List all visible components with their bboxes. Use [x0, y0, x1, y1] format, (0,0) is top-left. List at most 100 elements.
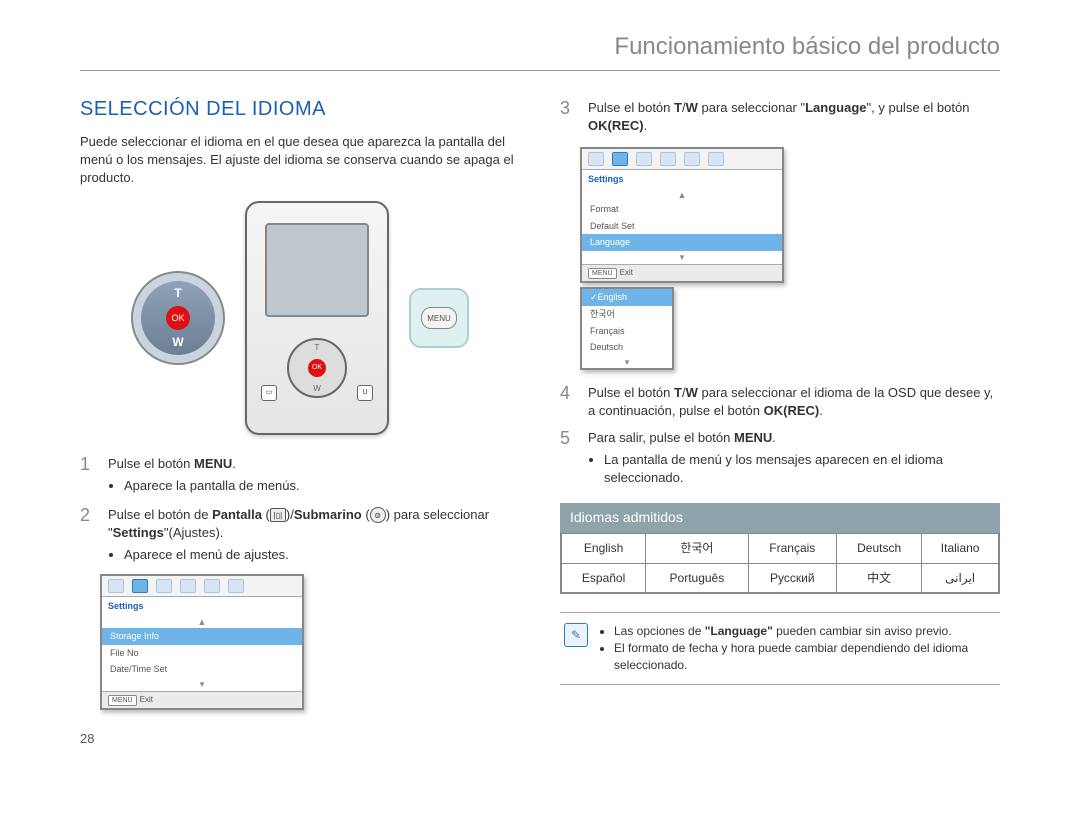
text: . [772, 430, 776, 445]
note-item: Las opciones de "Language" pueden cambia… [614, 623, 996, 640]
nav-ring-zoom: T OK W [131, 271, 225, 365]
lang-cell: Español [562, 563, 646, 593]
tab-row [102, 576, 302, 597]
text: . [819, 403, 823, 418]
lang-cell: 中文 [837, 563, 922, 593]
language-bold: Language [805, 100, 866, 115]
text: Pulse el botón [108, 456, 194, 471]
step-1: 1 Pulse el botón MENU. Aparece la pantal… [80, 455, 520, 497]
t-label: T [289, 342, 345, 353]
text: Pulse el botón [588, 385, 674, 400]
lang-cell: Italiano [922, 533, 999, 563]
ok-button: OK [308, 359, 326, 377]
step-5: 5 Para salir, pulse el botón MENU. La pa… [560, 429, 1000, 490]
text: ( [262, 507, 270, 522]
underwater-button-icon: U [357, 385, 373, 401]
menu-tag: MENU [108, 695, 137, 707]
section-heading: SELECCIÓN DEL IDIOMA [80, 95, 520, 123]
lang-cell: Deutsch [837, 533, 922, 563]
underwater-icon: ⊜ [370, 507, 386, 523]
step-number: 1 [80, 455, 98, 497]
menu-button: MENU [421, 307, 457, 329]
shot-title: Settings [582, 170, 782, 189]
step-number: 2 [80, 506, 98, 567]
list-item: Date/Time Set [102, 661, 302, 678]
step-number: 4 [560, 384, 578, 420]
table-row: English 한국어 Français Deutsch Italiano [562, 533, 999, 563]
step-number: 3 [560, 99, 578, 135]
note-icon: ✎ [564, 623, 588, 647]
language-bold: "Language" [705, 624, 773, 638]
list-item: Storage Info [102, 628, 302, 645]
languages-header: Idiomas admitidos [560, 503, 1000, 533]
list-item: Language [582, 234, 782, 251]
intro-text: Puede seleccionar el idioma en el que de… [80, 133, 520, 188]
exit-label: Exit [140, 695, 153, 704]
menu-tag: MENU [588, 268, 617, 280]
text: pueden cambiar sin aviso previo. [773, 624, 952, 638]
text: Pulse el botón [588, 100, 674, 115]
display-button-icon: ▭ [261, 385, 277, 401]
ring-t-label: T [133, 285, 223, 302]
step-3: 3 Pulse el botón T/W para seleccionar "L… [560, 99, 1000, 135]
lang-cell: 한국어 [646, 533, 748, 563]
table-row: Español Português Русский 中文 ایرانی [562, 563, 999, 593]
settings-screenshot-2-wrap: Settings ▲ Format Default Set Language ▾… [580, 143, 784, 370]
list-item: Deutsch [582, 339, 672, 356]
text: . [644, 118, 648, 133]
ring-w-label: W [133, 334, 223, 351]
lang-cell: Русский [748, 563, 836, 593]
list-item: ✓English [582, 289, 672, 306]
device-illustration: T OK W T OK W ▭ U [80, 201, 520, 435]
list-item: Default Set [582, 218, 782, 235]
text: ", y pulse el botón [867, 100, 970, 115]
text: Pulse el botón de [108, 507, 212, 522]
okrec-bold: OK(REC) [588, 118, 644, 133]
lang-cell: ایرانی [922, 563, 999, 593]
bullet: Aparece la pantalla de menús. [124, 477, 520, 495]
note-item: El formato de fecha y hora puede cambiar… [614, 640, 996, 674]
settings-bold: Settings [113, 525, 164, 540]
t-bold: T [674, 100, 682, 115]
w-bold: W [686, 100, 698, 115]
ring-ok-button: OK [166, 306, 190, 330]
list-item: Français [582, 323, 672, 340]
languages-table: English 한국어 Français Deutsch Italiano Es… [561, 533, 999, 594]
step-2: 2 Pulse el botón de Pantalla (|▯|)/Subma… [80, 506, 520, 567]
lcd-screen [265, 223, 369, 317]
list-item: 한국어 [582, 306, 672, 323]
bullet: La pantalla de menú y los mensajes apare… [604, 451, 1000, 487]
tab-row [582, 149, 782, 170]
camcorder-body: T OK W ▭ U [245, 201, 389, 435]
languages-table-box: English 한국어 Français Deutsch Italiano Es… [560, 533, 1000, 595]
menu-bold: MENU [734, 430, 772, 445]
page-number: 28 [80, 730, 1000, 748]
page-header: Funcionamiento básico del producto [80, 30, 1000, 71]
submarino-bold: Submarino [294, 507, 362, 522]
text: Las opciones de [614, 624, 705, 638]
settings-screenshot-1: Settings ▲ Storage Info File No Date/Tim… [100, 574, 304, 710]
bullet: Aparece el menú de ajustes. [124, 546, 520, 564]
menu-button-zoom: MENU [409, 288, 469, 348]
step-4: 4 Pulse el botón T/W para seleccionar el… [560, 384, 1000, 420]
shot-footer: MENUExit [582, 264, 782, 282]
okrec-bold: OK(REC) [764, 403, 820, 418]
shot-footer: MENUExit [102, 691, 302, 709]
list-item: File No [102, 645, 302, 662]
t-bold: T [674, 385, 682, 400]
text: "(Ajustes). [164, 525, 224, 540]
language-submenu: ✓English 한국어 Français Deutsch ▾ [580, 287, 674, 370]
step-number: 5 [560, 429, 578, 490]
shot-title: Settings [102, 597, 302, 616]
menu-bold: MENU [194, 456, 232, 471]
settings-screenshot-2: Settings ▲ Format Default Set Language ▾… [580, 147, 784, 283]
lang-cell: Português [646, 563, 748, 593]
text: . [232, 456, 236, 471]
text: ( [362, 507, 370, 522]
exit-label: Exit [620, 268, 633, 277]
note-box: ✎ Las opciones de "Language" pueden camb… [560, 612, 1000, 684]
submenu-label: English [598, 292, 628, 302]
list-item: Format [582, 201, 782, 218]
text: para seleccionar " [698, 100, 805, 115]
display-icon: |▯| [270, 508, 286, 522]
